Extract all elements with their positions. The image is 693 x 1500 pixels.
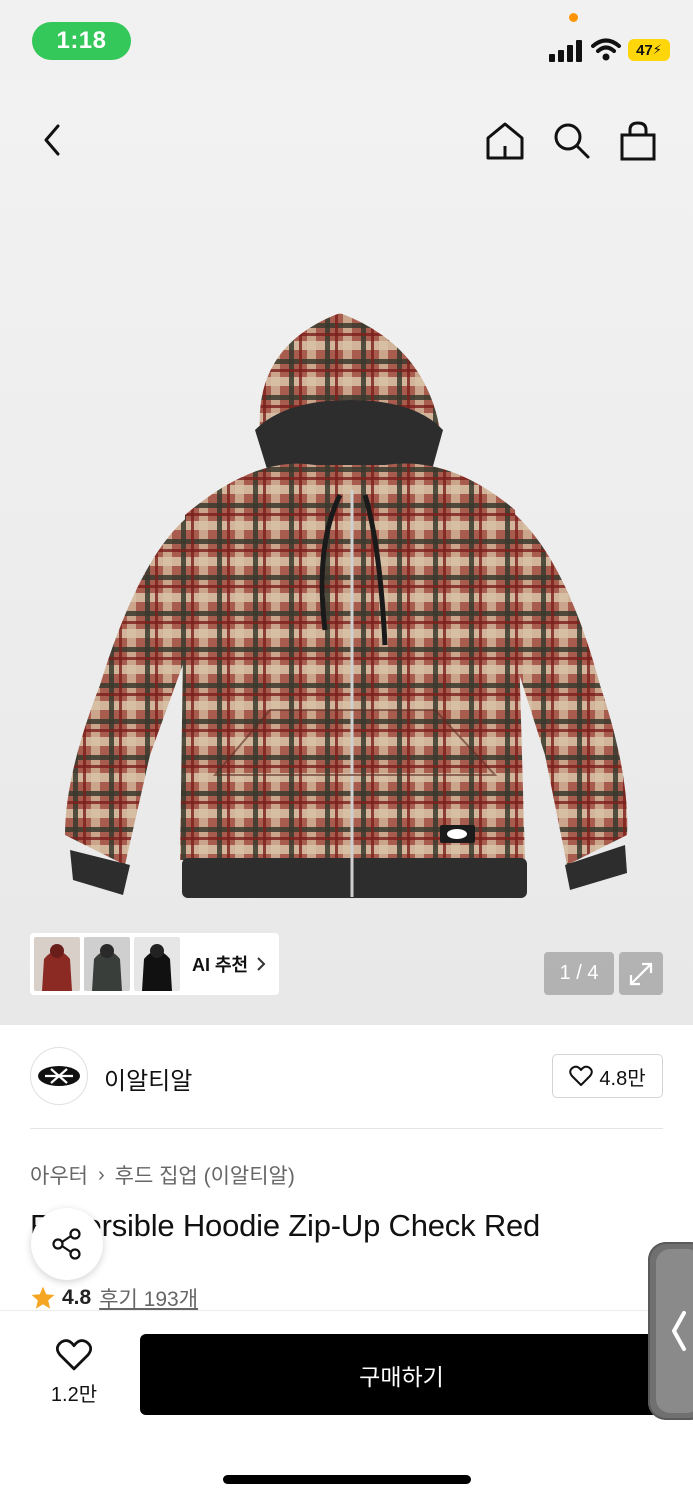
ai-recommend-button[interactable]: AI 추천 (30, 933, 279, 995)
charging-bolt-icon: ⚡ (652, 42, 662, 57)
rating-row: 4.8 후기 193개 (30, 1283, 198, 1313)
status-time: 1:18 (32, 22, 131, 60)
rating-value: 4.8 (62, 1286, 92, 1309)
battery-indicator: 47 ⚡ (628, 39, 670, 61)
review-count-link[interactable]: 후기 193개 (99, 1283, 198, 1313)
brand-row: 이알티알 4.8만 (30, 1045, 663, 1107)
side-panel-handle-inner (656, 1249, 693, 1413)
heart-outline-icon (569, 1065, 594, 1086)
wifi-icon (591, 38, 621, 61)
ai-recommend-label: AI 추천 (192, 955, 249, 975)
side-panel-handle[interactable] (648, 1242, 693, 1420)
expand-icon (629, 962, 653, 985)
chevron-left-icon (671, 1311, 686, 1351)
brand-logo-icon (38, 1066, 80, 1086)
battery-level: 47 (636, 41, 653, 59)
back-arrow-icon[interactable] (38, 120, 68, 160)
heart-outline-icon (55, 1339, 93, 1371)
chevron-right-icon (257, 957, 266, 971)
home-indicator[interactable] (223, 1475, 471, 1484)
star-icon (31, 1286, 55, 1309)
share-icon (52, 1228, 81, 1260)
brand-name[interactable]: 이알티알 (104, 1061, 192, 1096)
cellular-signal-icon (549, 40, 582, 62)
brand-logo[interactable] (30, 1047, 88, 1105)
wishlist-button[interactable]: 1.2만 (45, 1338, 103, 1407)
breadcrumb: 아우터 › 후드 집업 (이알티알) (30, 1160, 295, 1190)
brand-like-button[interactable]: 4.8만 (552, 1054, 663, 1098)
divider (30, 1128, 663, 1129)
product-image-hoodie (65, 313, 628, 898)
wishlist-count: 1.2만 (50, 1384, 98, 1406)
breadcrumb-subcategory[interactable]: 후드 집업 (이알티알) (115, 1160, 295, 1190)
expand-image-button[interactable] (619, 952, 663, 995)
share-button[interactable] (31, 1208, 103, 1280)
privacy-indicator-dot (569, 13, 578, 22)
search-icon[interactable] (551, 120, 591, 160)
recommend-thumbnail-2 (84, 937, 130, 991)
buy-button[interactable]: 구매하기 (140, 1334, 663, 1415)
shopping-bag-icon[interactable] (618, 120, 658, 162)
home-icon[interactable] (484, 120, 526, 162)
breadcrumb-separator-icon: › (97, 1163, 105, 1186)
product-title: Reversible Hoodie Zip-Up Check Red (30, 1208, 541, 1243)
recommend-thumbnail-1 (34, 937, 80, 991)
breadcrumb-category[interactable]: 아우터 (30, 1160, 88, 1190)
brand-like-count: 4.8만 (599, 1067, 646, 1090)
recommend-thumbnail-3 (134, 937, 180, 991)
status-bar: 1:18 47 ⚡ (0, 0, 693, 80)
image-pager-indicator: 1 / 4 (544, 952, 614, 995)
